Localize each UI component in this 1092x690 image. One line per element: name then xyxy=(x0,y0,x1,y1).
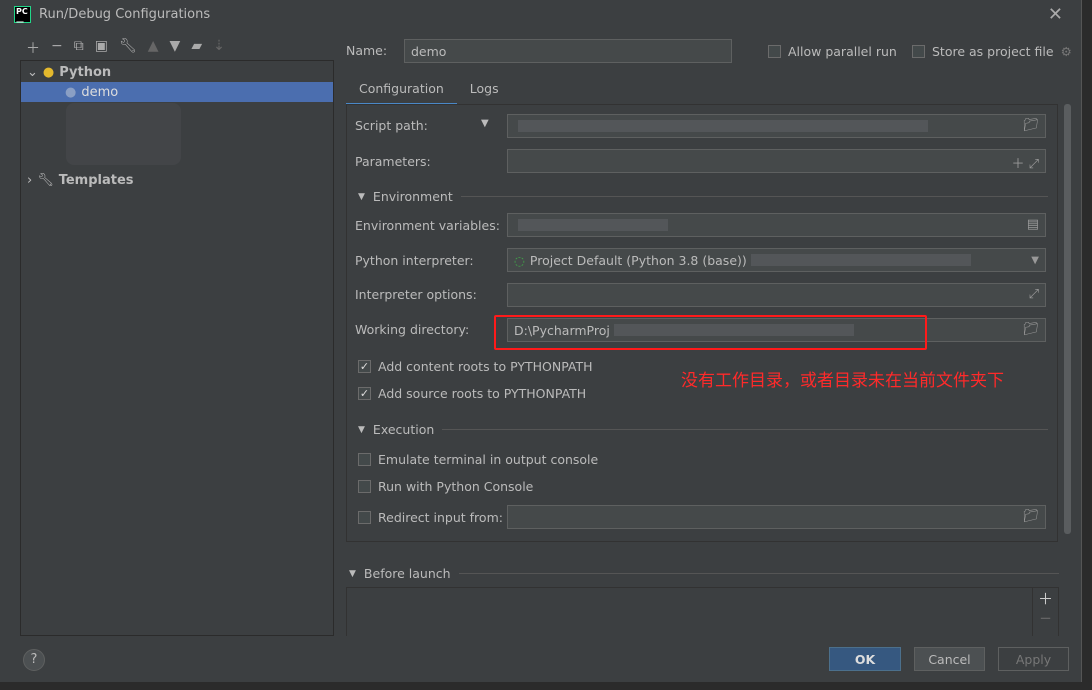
redirect-label: Redirect input from: xyxy=(378,510,503,525)
env-vars-label: Environment variables: xyxy=(355,218,500,233)
interpreter-value: Project Default (Python 3.8 (base)) xyxy=(529,252,747,268)
list-toolbar: ＋ − xyxy=(1032,588,1058,636)
checkbox-box: ✓ xyxy=(358,360,371,373)
content-roots-label: Add content roots to PYTHONPATH xyxy=(378,359,593,374)
apply-button[interactable]: Apply xyxy=(998,647,1069,671)
redacted-region xyxy=(66,103,181,165)
working-dir-label: Working directory: xyxy=(355,322,470,337)
window-title: Run/Debug Configurations xyxy=(39,7,211,22)
tree-python[interactable]: ⌄ ● Python xyxy=(21,62,333,82)
help-button[interactable]: ? xyxy=(23,649,45,671)
tree-templates[interactable]: › 🔧︎ Templates xyxy=(21,170,333,190)
pycharm-logo-icon: PC — xyxy=(14,6,31,26)
minus-icon[interactable]: − xyxy=(51,38,63,58)
emulate-label: Emulate terminal in output console xyxy=(378,452,599,467)
execution-section[interactable]: ▼ Execution xyxy=(358,422,1048,437)
source-roots-checkbox[interactable]: ✓ Add source roots to PYTHONPATH xyxy=(358,386,586,401)
python-console-label: Run with Python Console xyxy=(378,479,534,494)
save-icon[interactable]: ▣ xyxy=(95,38,108,58)
before-launch-list: ＋ − xyxy=(346,587,1059,636)
checkbox-box xyxy=(358,480,371,493)
interpreter-label: Python interpreter: xyxy=(355,253,474,268)
content-roots-checkbox[interactable]: ✓ Add content roots to PYTHONPATH xyxy=(358,359,593,374)
gear-icon[interactable]: ⚙ xyxy=(1061,44,1072,59)
document-icon[interactable]: ▤ xyxy=(1027,217,1039,232)
allow-parallel-label: Allow parallel run xyxy=(788,44,897,59)
script-path-label: Script path: xyxy=(355,118,428,133)
tree-demo-label: demo xyxy=(81,84,119,100)
loading-icon: ◌ xyxy=(514,252,525,268)
tab-logs[interactable]: Logs xyxy=(457,76,512,106)
expand-icon[interactable]: ＋ ⤢ xyxy=(1011,153,1039,172)
store-project-label: Store as project file xyxy=(932,44,1054,59)
checkbox-box xyxy=(768,45,781,58)
plus-icon[interactable]: ＋ xyxy=(1033,588,1058,609)
interpreter-select[interactable]: ◌ Project Default (Python 3.8 (base)) ▼ xyxy=(507,248,1046,272)
checkbox-box: ✓ xyxy=(358,387,371,400)
source-roots-label: Add source roots to PYTHONPATH xyxy=(378,386,587,401)
interpreter-options-input[interactable]: ⤢ xyxy=(507,283,1046,307)
ok-button[interactable]: OK xyxy=(829,647,901,671)
execution-label: Execution xyxy=(372,422,435,437)
env-vars-input[interactable]: ▤ xyxy=(507,213,1046,237)
name-input[interactable]: demo xyxy=(404,39,732,63)
tab-configuration[interactable]: Configuration xyxy=(346,76,457,106)
emulate-checkbox[interactable]: Emulate terminal in output console xyxy=(358,452,598,467)
arrow-up-icon[interactable]: ▲ xyxy=(148,38,159,58)
checkbox-box xyxy=(358,453,371,466)
tabs: Configuration Logs xyxy=(346,76,512,106)
checkbox-box xyxy=(358,511,371,524)
python-icon: ● xyxy=(65,84,77,100)
close-icon[interactable]: ✕ xyxy=(1048,4,1063,25)
expand-icon[interactable]: ⤢ xyxy=(1029,287,1039,302)
sort-icon[interactable]: ⇣ xyxy=(213,38,225,58)
chevron-down-icon[interactable]: ⌄ xyxy=(27,65,38,80)
environment-section[interactable]: ▼ Environment xyxy=(358,189,1048,204)
config-tree: ⌄ ● Python ● demo › 🔧︎ Templates xyxy=(20,60,334,636)
script-path-input[interactable]: 📁︎ xyxy=(507,114,1046,138)
highlight-box xyxy=(494,315,927,350)
before-launch-section[interactable]: ▼ Before launch xyxy=(349,566,1059,581)
annotation-text: 没有工作目录，或者目录未在当前文件夹下 xyxy=(681,371,1004,391)
chevron-down-icon[interactable]: ▼ xyxy=(1031,255,1039,266)
allow-parallel-checkbox[interactable]: Allow parallel run xyxy=(768,44,897,59)
redirect-checkbox[interactable]: Redirect input from: xyxy=(358,510,503,525)
title-bar: PC — Run/Debug Configurations xyxy=(14,6,211,26)
interpreter-options-label: Interpreter options: xyxy=(355,287,477,302)
folder-icon[interactable]: 📁︎ xyxy=(1022,509,1039,524)
before-launch-label: Before launch xyxy=(363,566,451,581)
parameters-input[interactable]: ＋ ⤢ xyxy=(507,149,1046,173)
wrench-icon[interactable]: 🔧︎ xyxy=(119,38,137,58)
python-icon: ● xyxy=(42,64,55,80)
environment-label: Environment xyxy=(372,189,453,204)
name-value: demo xyxy=(411,43,447,59)
plus-icon[interactable]: ＋ xyxy=(26,38,40,58)
wrench-icon: 🔧︎ xyxy=(37,172,54,188)
scrollbar[interactable] xyxy=(1064,104,1071,534)
cancel-button[interactable]: Cancel xyxy=(914,647,985,671)
name-label: Name: xyxy=(346,43,388,58)
python-console-checkbox[interactable]: Run with Python Console xyxy=(358,479,533,494)
tree-templates-label: Templates xyxy=(58,172,134,188)
tree-python-label: Python xyxy=(59,64,112,80)
arrow-down-icon[interactable]: ▼ xyxy=(170,38,181,58)
parameters-label: Parameters: xyxy=(355,154,431,169)
tree-demo[interactable]: ● demo xyxy=(21,82,333,102)
folder-icon[interactable]: 📁︎ xyxy=(1022,322,1039,337)
store-project-checkbox[interactable]: Store as project file ⚙ xyxy=(912,44,1072,59)
redirect-input[interactable]: 📁︎ xyxy=(507,505,1046,529)
checkbox-box xyxy=(912,45,925,58)
toolbar: ＋ − ⧉ ▣ 🔧︎ ▲ ▼ ▰ ⇣ xyxy=(26,38,225,58)
minus-icon[interactable]: − xyxy=(1033,609,1058,627)
run-debug-dialog: PC — Run/Debug Configurations ✕ ＋ − ⧉ ▣ 🔧… xyxy=(0,0,1082,682)
new-folder-icon[interactable]: ▰ xyxy=(191,38,202,58)
folder-icon[interactable]: 📁︎ xyxy=(1022,118,1039,133)
chevron-right-icon[interactable]: › xyxy=(27,173,32,188)
copy-icon[interactable]: ⧉ xyxy=(74,38,84,58)
dropdown-icon[interactable]: ▼ xyxy=(481,118,489,129)
